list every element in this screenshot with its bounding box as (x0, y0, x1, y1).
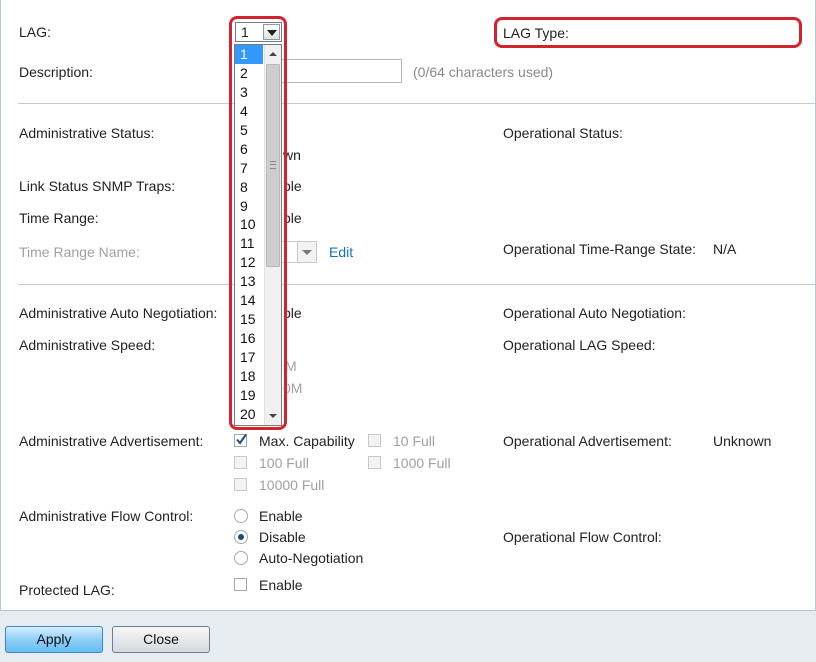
snmp-traps-label: Link Status SNMP Traps: (19, 178, 176, 194)
admin-auto-neg-label: Administrative Auto Negotiation: (19, 305, 218, 321)
admin-adv-label: Administrative Advertisement: (19, 433, 204, 449)
flow-control-auto-neg-radio[interactable] (234, 551, 248, 565)
lag-settings-panel: LAG: LAG Type: Description: (0/64 charac… (0, 0, 816, 611)
flow-control-auto-neg-label: Auto-Negotiation (259, 550, 364, 566)
time-range-edit-link[interactable]: Edit (329, 244, 353, 260)
adv-10-full-label: 10 Full (393, 433, 436, 449)
flow-control-disable-radio[interactable] (234, 530, 248, 544)
adv-10000-full-checkbox[interactable] (234, 478, 247, 491)
divider (18, 103, 816, 104)
adv-10-full-checkbox[interactable] (368, 434, 381, 447)
adv-max-capability-checkbox[interactable] (234, 433, 247, 447)
admin-speed-label: Administrative Speed: (19, 337, 156, 353)
flow-control-enable-radio[interactable] (234, 509, 248, 523)
flow-control-enable-label: Enable (259, 508, 303, 524)
description-char-count: (0/64 characters used) (413, 64, 554, 80)
admin-status-label: Administrative Status: (19, 125, 155, 141)
time-range-label: Time Range: (19, 210, 99, 226)
flow-control-disable-label: Disable (259, 529, 306, 545)
apply-button[interactable]: Apply (5, 626, 103, 653)
adv-1000-full-checkbox[interactable] (368, 456, 381, 469)
chevron-down-icon (297, 242, 316, 262)
checkmark-icon (236, 433, 247, 445)
flow-control-label: Administrative Flow Control: (19, 508, 194, 524)
highlight-box-lag-select (229, 16, 287, 430)
adv-max-capability-label: Max. Capability (259, 433, 355, 449)
description-label: Description: (19, 64, 93, 80)
close-button[interactable]: Close (112, 626, 210, 653)
oper-time-range-value: N/A (713, 241, 737, 257)
lag-label: LAG: (19, 24, 51, 40)
oper-time-range-label: Operational Time-Range State: (503, 241, 696, 257)
protected-lag-enable-label: Enable (259, 577, 303, 593)
oper-adv-label: Operational Advertisement: (503, 433, 672, 449)
oper-status-label: Operational Status: (503, 125, 623, 141)
oper-flow-control-label: Operational Flow Control: (503, 529, 662, 545)
adv-1000-full-label: 1000 Full (393, 455, 451, 471)
time-range-name-label: Time Range Name: (19, 244, 140, 260)
highlight-box-lag-type (494, 17, 802, 48)
adv-10000-full-label: 10000 Full (259, 477, 325, 493)
protected-lag-label: Protected LAG: (19, 582, 115, 598)
protected-lag-enable-checkbox[interactable] (234, 578, 247, 591)
description-input[interactable] (282, 59, 402, 83)
divider (18, 284, 816, 285)
oper-lag-speed-label: Operational LAG Speed: (503, 337, 656, 353)
oper-auto-neg-label: Operational Auto Negotiation: (503, 305, 686, 321)
oper-adv-value: Unknown (713, 433, 772, 449)
adv-100-full-checkbox[interactable] (234, 456, 247, 469)
radio-selected-dot (238, 534, 244, 540)
adv-100-full-label: 100 Full (259, 455, 309, 471)
